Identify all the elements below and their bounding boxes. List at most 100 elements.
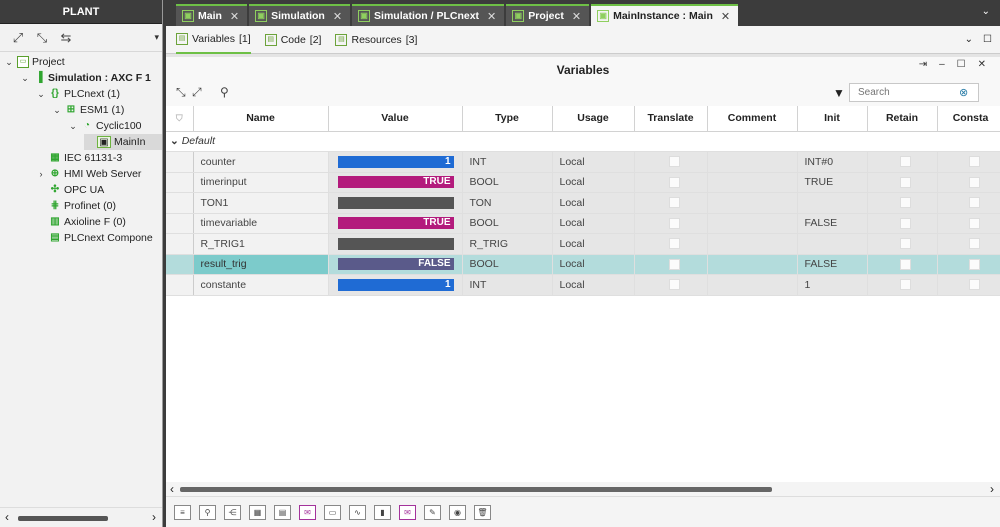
message-icon[interactable]: ✉ [299,504,316,520]
retain-cell[interactable] [867,213,938,234]
usage-cell[interactable]: Local [552,233,635,255]
tree-item[interactable]: ⌄ ◔ Cyclic100 [68,118,141,134]
expand-toggle-icon[interactable]: › [36,166,46,182]
close-tab-icon[interactable]: ✕ [487,10,496,23]
trend-icon[interactable]: ∿ [349,504,366,520]
tree-item[interactable]: ⌄ {} PLCnext (1) [36,86,120,102]
subtab-variables[interactable]: ▤ Variables [1] [176,26,251,54]
tab-list-menu-icon[interactable]: ⌄ [982,6,990,17]
tree-item[interactable]: ⋕ Profinet (0) [36,198,116,214]
row-header[interactable] [166,274,194,296]
row-header[interactable] [166,213,194,234]
retain-cell[interactable] [867,274,938,296]
translate-cell[interactable] [634,213,708,234]
close-tab-icon[interactable]: ✕ [721,10,730,23]
constant-cell[interactable] [937,233,1000,255]
scroll-right-icon[interactable]: › [990,482,994,496]
column-header[interactable]: Value [328,106,463,132]
translate-checkbox[interactable] [668,279,680,291]
find-icon[interactable]: ⚲ [220,85,229,99]
scroll-left-icon[interactable]: ‹ [170,482,174,496]
subtab-resources[interactable]: ▤ Resources [3] [335,26,417,54]
document-icon[interactable]: ▤ [274,504,291,520]
scroll-right-icon[interactable]: › [152,510,156,524]
column-header[interactable]: Init [797,106,868,132]
comment-cell[interactable] [707,172,798,193]
translate-checkbox[interactable] [668,258,680,270]
constant-checkbox[interactable] [968,258,980,270]
editor-tab[interactable]: ▣ Simulation / PLCnext ✕ [352,4,505,26]
editor-tab[interactable]: ▣ Main ✕ [176,4,248,26]
value-cell[interactable]: TRUE [328,172,463,193]
type-cell[interactable]: BOOL [462,213,553,234]
constant-cell[interactable] [937,151,1000,173]
collapse-groups-icon[interactable]: ⤡ [176,85,186,100]
edit-list-icon[interactable]: ✎ [424,504,441,520]
type-cell[interactable]: R_TRIG [462,233,553,255]
close-icon[interactable]: ✕ [978,59,986,70]
scrollbar-thumb[interactable] [180,487,772,492]
scrollbar-thumb[interactable] [18,516,108,521]
table-row[interactable]: timevariable TRUE BOOL Local FALSE [166,213,1000,234]
translate-checkbox[interactable] [668,197,680,209]
init-cell[interactable]: FALSE [797,213,868,234]
translate-cell[interactable] [634,192,708,214]
value-cell[interactable] [328,233,463,255]
usage-cell[interactable]: Local [552,172,635,193]
comment-cell[interactable] [707,254,798,275]
comment-cell[interactable] [707,213,798,234]
retain-cell[interactable] [867,254,938,275]
constant-checkbox[interactable] [968,176,980,188]
tree-item[interactable]: ▦ IEC 61131-3 [36,150,122,166]
table-row[interactable]: timerinput TRUE BOOL Local TRUE [166,172,1000,193]
row-header[interactable] [166,254,194,275]
tree-item[interactable]: ⌄ ▐ Simulation : AXC F 1 [20,70,151,86]
clear-filter-icon[interactable]: ⊗ [959,86,968,99]
init-cell[interactable] [797,192,868,214]
expand-toggle-icon[interactable]: ⌄ [52,102,62,118]
constant-cell[interactable] [937,213,1000,234]
retain-cell[interactable] [867,172,938,193]
editor-tab[interactable]: ▣ MainInstance : Main ✕ [591,4,739,26]
expand-toggle-icon[interactable]: ⌄ [68,118,78,134]
translate-checkbox[interactable] [668,176,680,188]
init-cell[interactable]: FALSE [797,254,868,275]
usage-cell[interactable]: Local [552,254,635,275]
subtab-code[interactable]: ▤ Code [2] [264,26,321,54]
translate-checkbox[interactable] [668,217,680,229]
column-header[interactable]: Retain [867,106,938,132]
retain-checkbox[interactable] [900,176,911,188]
device-icon[interactable]: ▮ [374,504,391,520]
search-view-icon[interactable]: ⚲ [199,504,216,520]
constant-cell[interactable] [937,254,1000,275]
subtab-menu-icon[interactable]: ⌄ [965,34,973,45]
column-header[interactable]: Consta [937,106,1000,132]
init-cell[interactable]: INT#0 [797,151,868,173]
constant-cell[interactable] [937,274,1000,296]
column-header[interactable]: Translate [634,106,708,132]
init-cell[interactable]: 1 [797,274,868,296]
column-header[interactable]: Usage [552,106,635,132]
comment-cell[interactable] [707,274,798,296]
type-cell[interactable]: TON [462,192,553,214]
row-header[interactable] [166,151,194,173]
plant-horizontal-scrollbar[interactable]: ‹ › [0,507,162,527]
name-cell[interactable]: constante [193,274,329,296]
usage-cell[interactable]: Local [552,213,635,234]
row-header[interactable] [166,192,194,214]
minimize-icon[interactable]: – [939,59,945,70]
group-row[interactable]: ⌄ Default [166,131,1000,152]
notification-icon[interactable]: ✉ [399,504,416,520]
translate-cell[interactable] [634,172,708,193]
comment-cell[interactable] [707,151,798,173]
pin-icon[interactable]: ⇥ [919,59,927,70]
tree-item[interactable]: › ⊕ HMI Web Server [36,166,142,182]
filter-icon[interactable]: ▼ [833,86,845,100]
name-cell[interactable]: counter [193,151,329,173]
retain-cell[interactable] [867,233,938,255]
table-row[interactable]: R_TRIG1 R_TRIG Local [166,233,1000,255]
grid-horizontal-scrollbar[interactable]: ‹ › [166,482,1000,496]
constant-checkbox[interactable] [968,156,980,168]
comment-cell[interactable] [707,233,798,255]
retain-cell[interactable] [867,192,938,214]
